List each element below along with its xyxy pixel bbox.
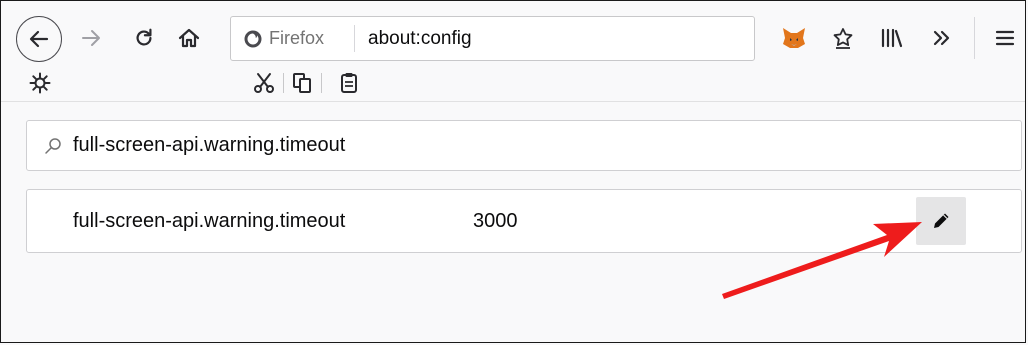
library-icon bbox=[881, 28, 903, 48]
back-button[interactable] bbox=[16, 16, 62, 62]
copy-icon bbox=[293, 73, 311, 93]
browser-window: Firefox about:config full-screen-api.war… bbox=[0, 0, 1026, 343]
edit-preference-button[interactable] bbox=[916, 197, 966, 245]
scissors-icon bbox=[254, 73, 274, 93]
home-icon bbox=[178, 28, 200, 48]
url-text[interactable]: about:config bbox=[368, 17, 472, 60]
config-search-input[interactable]: full-screen-api.warning.timeout bbox=[73, 121, 345, 170]
customize-button[interactable] bbox=[26, 69, 54, 97]
reload-button[interactable] bbox=[129, 23, 159, 53]
edit-controls-divider bbox=[321, 73, 322, 93]
hamburger-menu-icon bbox=[995, 30, 1015, 46]
forward-button[interactable] bbox=[76, 23, 106, 53]
back-arrow-icon bbox=[29, 30, 49, 48]
paste-icon bbox=[341, 73, 357, 93]
chevron-double-right-icon bbox=[933, 30, 950, 46]
preference-name: full-screen-api.warning.timeout bbox=[73, 210, 346, 232]
metamask-fox-icon bbox=[783, 28, 805, 48]
library-button[interactable] bbox=[876, 22, 908, 54]
paste-button[interactable] bbox=[335, 69, 363, 97]
url-bar[interactable]: Firefox about:config bbox=[230, 16, 755, 61]
firefox-logo-icon bbox=[244, 30, 262, 47]
star-bookmark-icon bbox=[833, 28, 853, 49]
identity-label: Firefox bbox=[269, 28, 325, 48]
toolbar-divider bbox=[974, 17, 975, 59]
bookmark-star-button[interactable] bbox=[827, 22, 859, 54]
gear-icon bbox=[29, 72, 51, 94]
metamask-extension-button[interactable] bbox=[778, 22, 810, 54]
home-button[interactable] bbox=[174, 23, 204, 53]
urlbar-divider bbox=[354, 25, 355, 52]
edit-controls-divider bbox=[283, 73, 284, 93]
main-menu-button[interactable] bbox=[989, 22, 1021, 54]
forward-arrow-icon bbox=[82, 30, 100, 46]
preference-value: 3000 bbox=[473, 210, 518, 232]
pencil-icon bbox=[934, 213, 949, 228]
preference-row: full-screen-api.warning.timeout 3000 bbox=[26, 189, 1022, 253]
identity-box[interactable]: Firefox bbox=[243, 17, 324, 60]
overflow-menu-button[interactable] bbox=[926, 22, 958, 54]
copy-button[interactable] bbox=[288, 69, 316, 97]
config-search-box[interactable]: full-screen-api.warning.timeout bbox=[26, 120, 1022, 171]
reload-icon bbox=[136, 28, 152, 46]
cut-button[interactable] bbox=[250, 69, 278, 97]
navigation-toolbar: Firefox about:config bbox=[1, 1, 1025, 102]
search-icon bbox=[45, 138, 61, 154]
